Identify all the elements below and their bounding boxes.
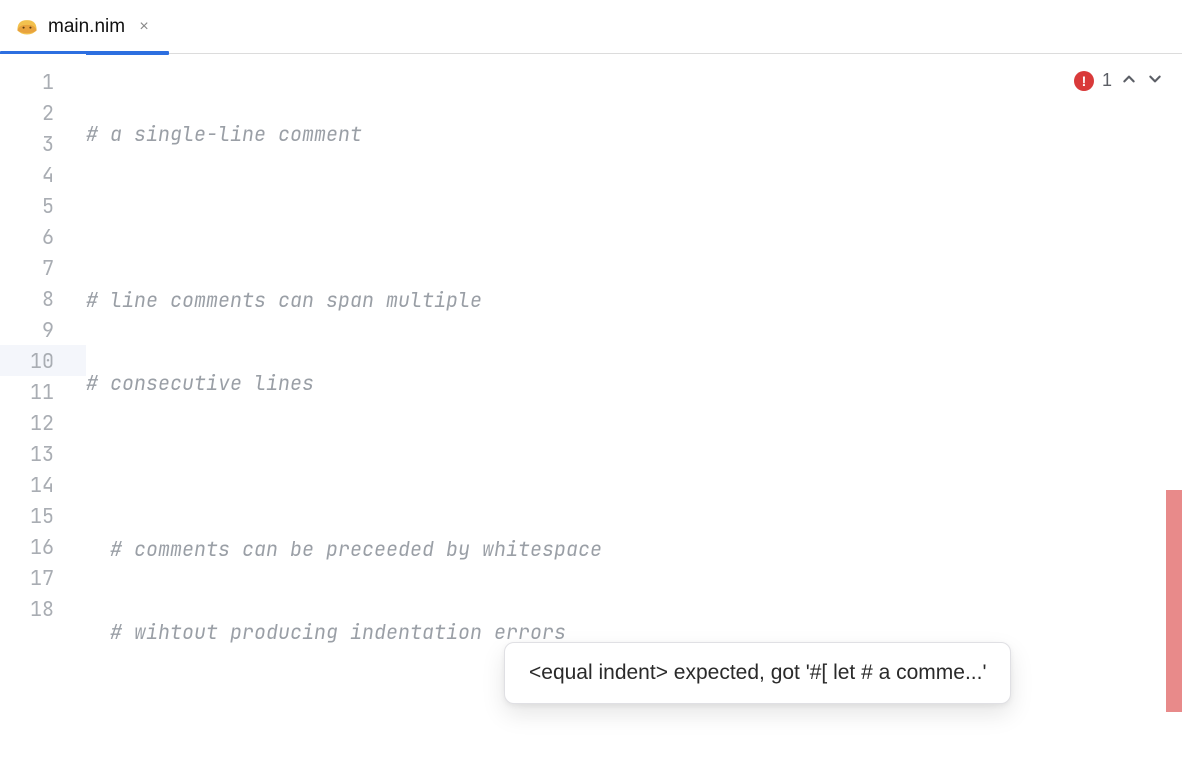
comment-token: # a single-line comment bbox=[86, 121, 362, 147]
error-tooltip-text: <equal indent> expected, got '#[ let # a… bbox=[529, 661, 986, 684]
error-tooltip: <equal indent> expected, got '#[ let # a… bbox=[504, 642, 1011, 704]
code-line[interactable]: # comments can be preceeded by whitespac… bbox=[86, 533, 1182, 564]
line-number: 7 bbox=[0, 252, 86, 283]
comment-token: # comments can be preceeded by whitespac… bbox=[86, 536, 602, 562]
close-tab-icon[interactable]: × bbox=[135, 18, 153, 36]
tab-filename: main.nim bbox=[48, 16, 125, 38]
code-line[interactable]: # consecutive lines bbox=[86, 367, 1182, 398]
line-number: 4 bbox=[0, 159, 86, 190]
line-number: 11 bbox=[0, 376, 86, 407]
code-line[interactable] bbox=[86, 201, 1182, 232]
line-number: 1 bbox=[0, 66, 86, 97]
line-number: 9 bbox=[0, 314, 86, 345]
line-number: 16 bbox=[0, 531, 86, 562]
problems-widget: ! 1 bbox=[1074, 70, 1164, 91]
comment-token: # consecutive lines bbox=[86, 370, 314, 396]
line-number: 3 bbox=[0, 128, 86, 159]
line-number: 12 bbox=[0, 407, 86, 438]
line-number: 14 bbox=[0, 469, 86, 500]
error-stripe-marker[interactable] bbox=[1166, 490, 1182, 712]
code-line[interactable]: # line comments can span multiple bbox=[86, 284, 1182, 315]
line-number: 18 bbox=[0, 593, 86, 624]
error-count: 1 bbox=[1102, 70, 1112, 91]
code-line[interactable]: # a single-line comment bbox=[86, 118, 1182, 149]
code-line[interactable] bbox=[86, 450, 1182, 481]
error-badge-icon[interactable]: ! bbox=[1074, 71, 1094, 91]
tab-bar: main.nim × bbox=[0, 0, 1182, 54]
file-tab[interactable]: main.nim × bbox=[0, 0, 169, 53]
line-number: 8 bbox=[0, 283, 86, 314]
line-number: 5 bbox=[0, 190, 86, 221]
line-number: 13 bbox=[0, 438, 86, 469]
line-number: 10 bbox=[0, 345, 86, 376]
comment-token: # line comments can span multiple bbox=[86, 287, 482, 313]
prev-error-button[interactable] bbox=[1120, 70, 1138, 91]
gutter: 1 2 3 4 5 6 7 8 9 10 11 12 13 14 15 16 1… bbox=[0, 54, 86, 766]
nim-file-icon bbox=[16, 18, 38, 35]
line-number: 15 bbox=[0, 500, 86, 531]
line-number: 6 bbox=[0, 221, 86, 252]
comment-token: # wihtout producing indentation errors bbox=[86, 619, 566, 645]
line-number: 17 bbox=[0, 562, 86, 593]
next-error-button[interactable] bbox=[1146, 70, 1164, 91]
line-number: 2 bbox=[0, 97, 86, 128]
